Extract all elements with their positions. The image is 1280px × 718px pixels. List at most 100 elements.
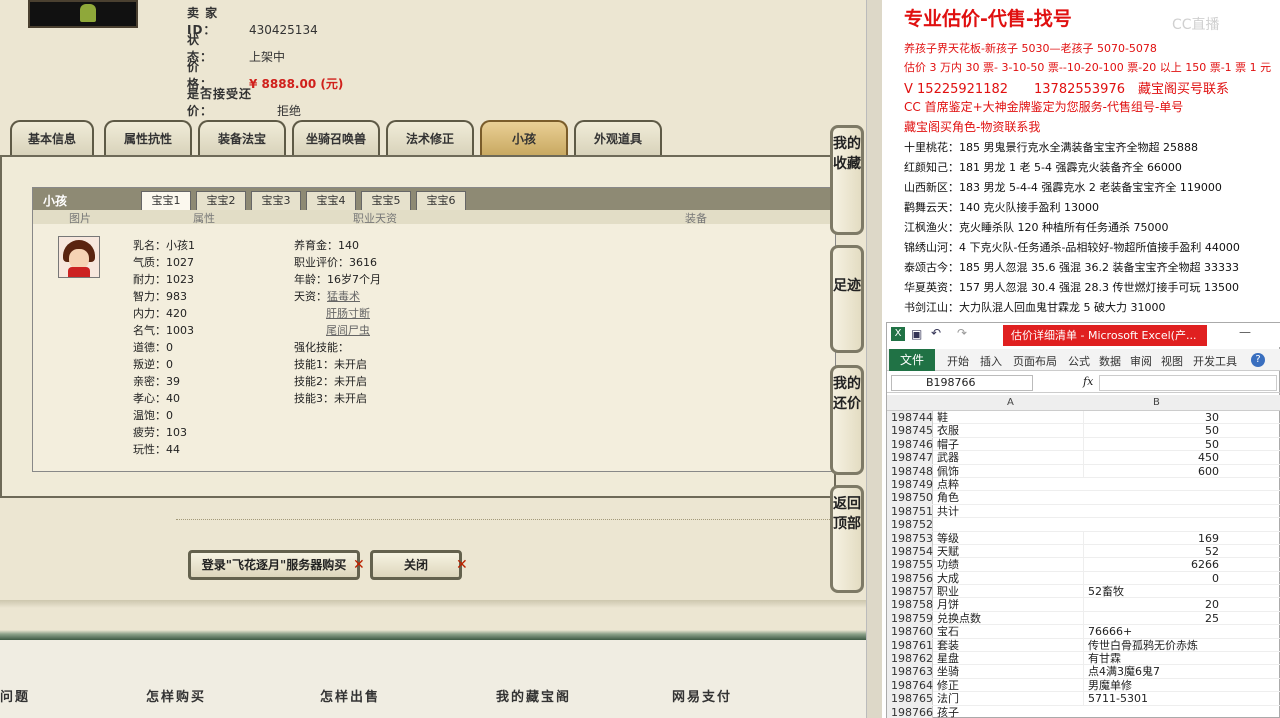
cell-b[interactable]: 169 [1083, 531, 1223, 545]
row-number[interactable]: 198747 [887, 451, 933, 465]
cell-a[interactable]: 功绩 [937, 558, 1083, 571]
cell-a[interactable]: 天赋 [937, 545, 1083, 558]
ribbon-review[interactable]: 审阅 [1130, 353, 1152, 369]
cell-a[interactable]: 法门 [937, 692, 1083, 705]
cell-a[interactable]: 月饼 [937, 598, 1083, 611]
tab-mounts-pets[interactable]: 坐骑召唤兽 [292, 120, 380, 156]
row-number[interactable]: 198766 [887, 705, 933, 718]
cell-b[interactable]: 52 [1083, 544, 1223, 558]
cell-a[interactable]: 星盘 [937, 652, 1083, 665]
row-number[interactable]: 198753 [887, 531, 933, 545]
footer-my-cbg[interactable]: 我的藏宝阁 [496, 686, 571, 705]
redo-icon[interactable]: ↷ [957, 326, 967, 340]
cell-b[interactable]: 50 [1083, 437, 1223, 451]
baby-tab-3[interactable]: 宝宝3 [251, 191, 301, 210]
cell-b[interactable]: 50 [1083, 424, 1223, 438]
save-icon[interactable]: ▣ [911, 327, 922, 341]
ribbon-data[interactable]: 数据 [1099, 353, 1121, 369]
cell-b[interactable]: 25 [1083, 611, 1223, 625]
cell-a[interactable]: 点粹 [937, 478, 1083, 491]
row-number[interactable]: 198750 [887, 491, 933, 505]
footer-how-to-sell[interactable]: 怎样出售 [320, 686, 380, 705]
ribbon-home[interactable]: 开始 [947, 353, 969, 369]
baby-tab-4[interactable]: 宝宝4 [306, 191, 356, 210]
cell-a[interactable]: 角色 [937, 491, 1083, 504]
cell-a[interactable]: 佩饰 [937, 465, 1083, 478]
cell-b[interactable]: 有甘霖 [1083, 652, 1223, 666]
talent-link-2[interactable]: 肝肠寸断 [326, 307, 370, 320]
ribbon-page-layout[interactable]: 页面布局 [1013, 353, 1057, 369]
cell-a[interactable]: 修正 [937, 679, 1083, 692]
ribbon-view[interactable]: 视图 [1161, 353, 1183, 369]
cell-a[interactable]: 大成 [937, 572, 1083, 585]
cell-b[interactable]: 点4满3魔6鬼7 [1083, 665, 1223, 679]
footer-how-to-buy[interactable]: 怎样购买 [146, 686, 206, 705]
row-number[interactable]: 198758 [887, 598, 933, 612]
cell-b[interactable]: 5711-5301 [1083, 692, 1223, 706]
footer-netease-pay[interactable]: 网易支付 [672, 686, 732, 705]
cell-a[interactable]: 坐骑 [937, 665, 1083, 678]
undo-icon[interactable]: ↶ [931, 326, 941, 340]
cell-b[interactable]: 6266 [1083, 558, 1223, 572]
cell-a[interactable]: 等级 [937, 532, 1083, 545]
login-buy-button[interactable]: 登录"飞花逐月"服务器购买 [188, 550, 360, 580]
ribbon-formulas[interactable]: 公式 [1068, 353, 1090, 369]
cell-a[interactable]: 兑换点数 [937, 612, 1083, 625]
back-to-top-button[interactable]: 返回顶部 [830, 485, 864, 593]
talent-link-1[interactable]: 猛毒术 [327, 290, 360, 303]
row-number[interactable]: 198755 [887, 558, 933, 572]
tab-basic-info[interactable]: 基本信息 [10, 120, 94, 156]
row-number[interactable]: 198756 [887, 571, 933, 585]
row-number[interactable]: 198764 [887, 678, 933, 692]
tab-attributes[interactable]: 属性抗性 [104, 120, 192, 156]
baby-tab-6[interactable]: 宝宝6 [416, 191, 466, 210]
baby-tab-1[interactable]: 宝宝1 [141, 191, 191, 210]
tab-spell-correction[interactable]: 法术修正 [386, 120, 474, 156]
column-a-header[interactable]: A [1007, 397, 1014, 408]
row-number[interactable]: 198754 [887, 544, 933, 558]
cell-b[interactable]: 20 [1083, 598, 1223, 612]
cell-a[interactable]: 共计 [937, 505, 1083, 518]
column-b-header[interactable]: B [1153, 397, 1160, 408]
minimize-icon[interactable]: — [1239, 325, 1251, 339]
row-number[interactable]: 198752 [887, 518, 933, 532]
name-box[interactable]: B198766 [891, 375, 1033, 391]
cell-b[interactable]: 0 [1083, 571, 1223, 585]
row-number[interactable]: 198744 [887, 411, 933, 424]
cell-b[interactable]: 450 [1083, 451, 1223, 465]
row-number[interactable]: 198748 [887, 464, 933, 478]
ribbon-developer[interactable]: 开发工具 [1193, 353, 1237, 369]
row-number[interactable]: 198749 [887, 477, 933, 491]
fx-icon[interactable]: fx [1083, 375, 1093, 388]
cell-b[interactable]: 30 [1083, 411, 1223, 424]
row-number[interactable]: 198763 [887, 665, 933, 679]
my-favorites-button[interactable]: 我的收藏 [830, 125, 864, 235]
my-counteroffer-button[interactable]: 我的还价 [830, 365, 864, 475]
row-number[interactable]: 198757 [887, 585, 933, 599]
cell-b[interactable]: 男魔单修 [1083, 678, 1223, 692]
tab-children[interactable]: 小孩 [480, 120, 568, 156]
row-number[interactable]: 198759 [887, 611, 933, 625]
formula-input[interactable] [1099, 375, 1277, 391]
cell-a[interactable]: 套装 [937, 639, 1083, 652]
baby-tab-2[interactable]: 宝宝2 [196, 191, 246, 210]
row-number[interactable]: 198746 [887, 437, 933, 451]
cell-a[interactable]: 职业 [937, 585, 1083, 598]
cell-b[interactable]: 76666+ [1083, 625, 1223, 639]
ribbon-file[interactable]: 文件 [889, 349, 935, 371]
baby-tab-5[interactable]: 宝宝5 [361, 191, 411, 210]
ribbon-insert[interactable]: 插入 [980, 353, 1002, 369]
cell-b[interactable]: 52畜牧 [1083, 585, 1223, 599]
row-number[interactable]: 198745 [887, 424, 933, 438]
close-button[interactable]: 关闭 [370, 550, 462, 580]
help-icon[interactable]: ? [1251, 353, 1265, 367]
row-number[interactable]: 198765 [887, 692, 933, 706]
cell-b[interactable]: 600 [1083, 464, 1223, 478]
cell-a[interactable]: 鞋 [937, 411, 1083, 424]
cell-a[interactable]: 帽子 [937, 438, 1083, 451]
row-number[interactable]: 198762 [887, 652, 933, 666]
tab-equipment[interactable]: 装备法宝 [198, 120, 286, 156]
cell-a[interactable]: 武器 [937, 451, 1083, 464]
tab-appearance[interactable]: 外观道具 [574, 120, 662, 156]
cell-b[interactable]: 传世白骨孤鸦无价赤炼 [1083, 638, 1223, 652]
